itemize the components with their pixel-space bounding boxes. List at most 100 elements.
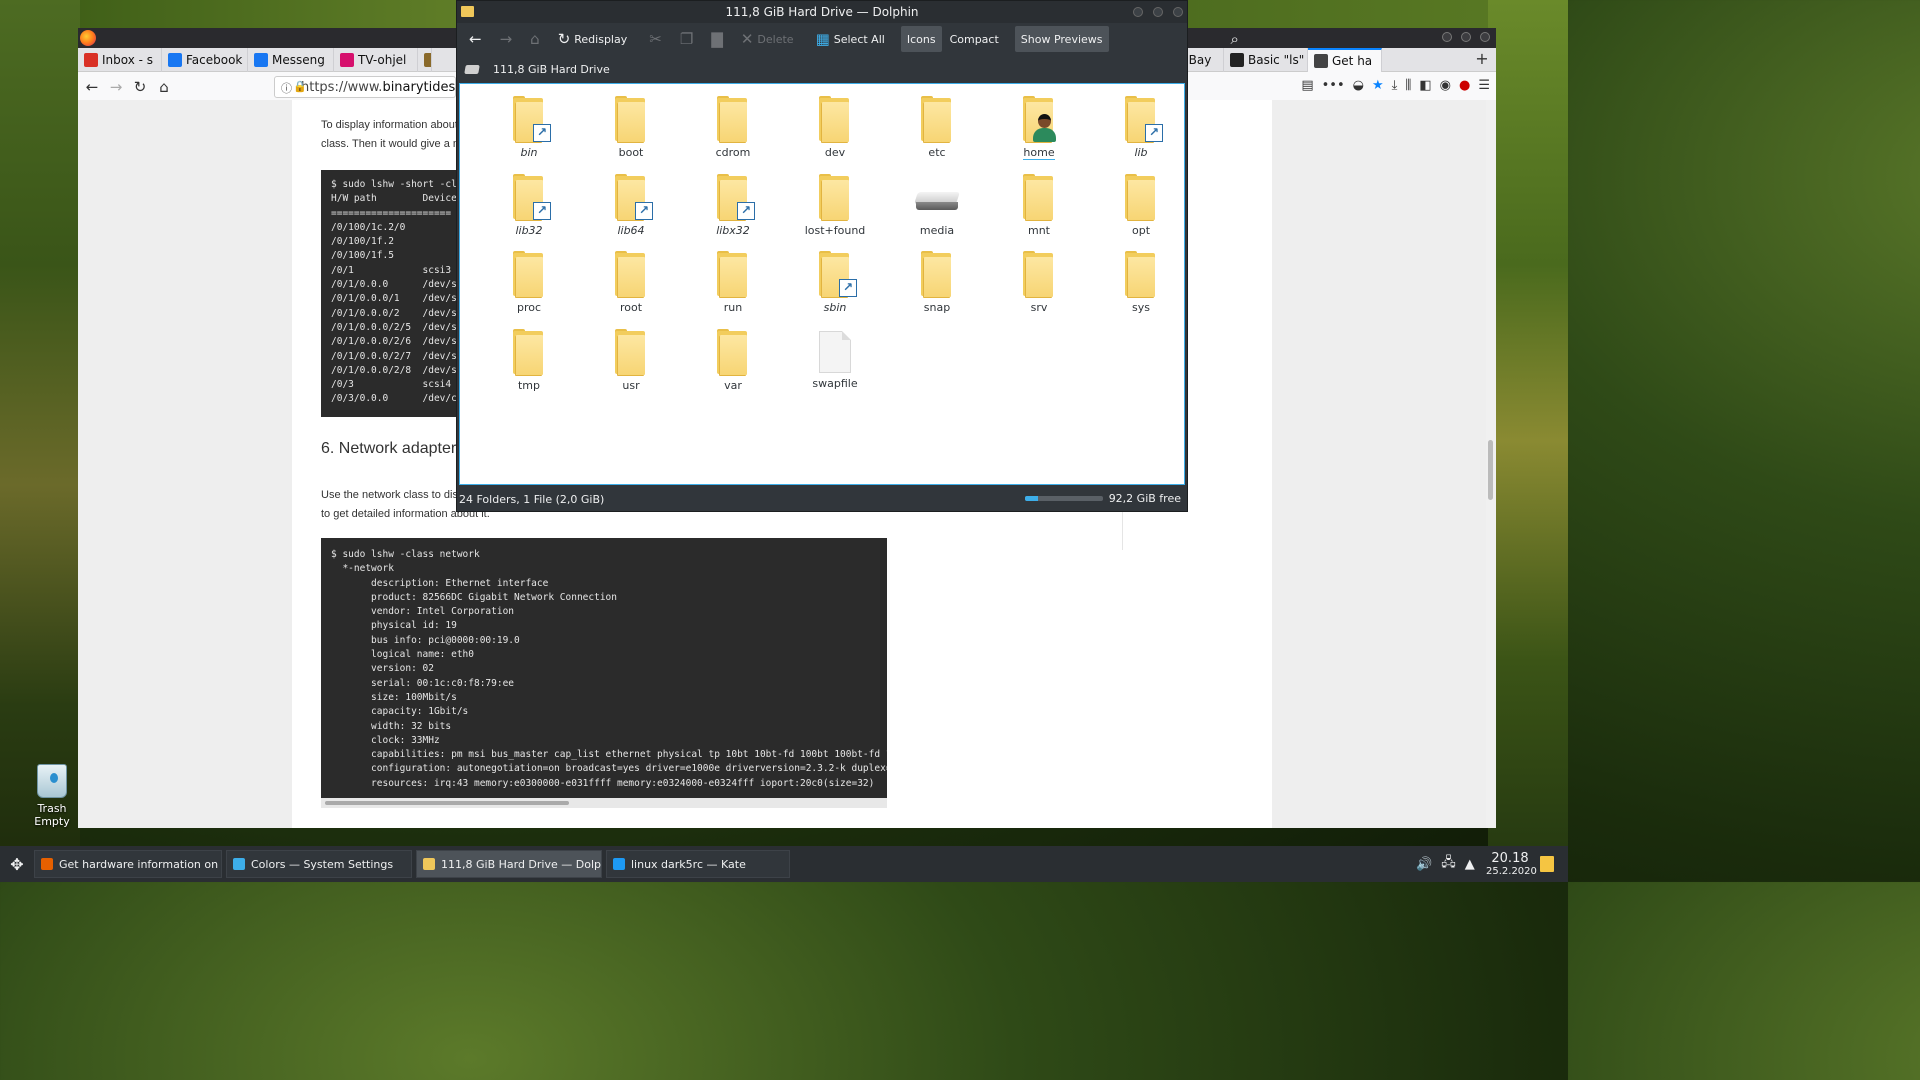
file-item[interactable]: dev <box>784 96 886 174</box>
taskbar-task[interactable]: linux dark5rc — Kate <box>606 850 790 878</box>
tracking-protection-icon[interactable]: ⓘ <box>281 80 292 96</box>
pocket-icon[interactable]: ◒ <box>1353 78 1364 93</box>
maximize-button[interactable] <box>1153 7 1163 17</box>
file-item[interactable]: ↗ bin <box>478 96 580 174</box>
file-item[interactable]: run <box>682 251 784 329</box>
minimize-button[interactable] <box>1442 32 1452 42</box>
file-item[interactable]: sys <box>1090 251 1192 329</box>
close-tab-icon[interactable]: ✕ <box>1380 54 1381 68</box>
code-scrollbar-thumb[interactable] <box>325 801 569 805</box>
redisplay-button[interactable]: ↻ Redisplay <box>552 26 634 52</box>
file-item[interactable]: etc <box>886 96 988 174</box>
file-item-label: sys <box>1132 301 1150 315</box>
reload-icon[interactable]: ↻ <box>128 78 152 96</box>
maximize-button[interactable] <box>1461 32 1471 42</box>
bookmark-star-icon[interactable]: ★ <box>1372 78 1384 93</box>
menu-icon[interactable]: ☰ <box>1478 78 1490 93</box>
file-item[interactable]: opt <box>1090 173 1192 252</box>
forward-button[interactable]: → <box>494 26 523 52</box>
code-line: size: 100Mbit/s <box>331 691 457 703</box>
file-item[interactable]: root <box>580 251 682 329</box>
cut-button[interactable]: ✂ <box>643 26 672 52</box>
free-space-indicator[interactable]: 92,2 GiB free <box>1024 492 1181 505</box>
browser-tab[interactable]: Messeng <box>248 48 334 72</box>
browser-tab[interactable]: Inbox - s <box>78 48 162 72</box>
close-button[interactable] <box>1480 32 1490 42</box>
taskbar-task[interactable]: Colors — System Settings <box>226 850 412 878</box>
clock-date: 25.2.2020 <box>1486 866 1537 877</box>
file-item[interactable]: ↗ lib32 <box>478 173 580 252</box>
account-icon[interactable]: ◉ <box>1440 78 1451 93</box>
breadcrumb-label[interactable]: 111,8 GiB Hard Drive <box>493 63 610 76</box>
digital-clock[interactable]: 20.18 25.2.2020 <box>1486 852 1537 878</box>
file-item[interactable]: ↗ lib64 <box>580 173 682 252</box>
application-launcher-icon[interactable]: ✥ <box>0 846 34 882</box>
browser-tab[interactable]: Get ha ✕ <box>1308 48 1382 72</box>
code-line: bus info: pci@0000:00:19.0 <box>331 634 520 646</box>
file-item[interactable]: usr <box>580 328 682 407</box>
show-previews-button[interactable]: Show Previews <box>1014 26 1109 52</box>
up-button[interactable]: ⌂ <box>524 26 550 52</box>
file-item[interactable]: var <box>682 328 784 407</box>
network-icon[interactable]: 🖧 <box>1441 853 1456 875</box>
select-all-button[interactable]: ▦ Select All <box>810 26 891 52</box>
file-item[interactable]: boot <box>580 96 682 174</box>
browser-tab[interactable]: Facebook <box>162 48 248 72</box>
code-line: product: 82566DC Gigabit Network Connect… <box>331 591 617 603</box>
taskbar-task[interactable]: Get hardware information on Lin... <box>34 850 222 878</box>
library-icon[interactable]: ⫼ <box>1405 78 1411 93</box>
delete-button[interactable]: ✕ Delete <box>735 26 800 52</box>
search-button[interactable]: ⌕ <box>1225 26 1249 52</box>
downloads-icon[interactable]: ⤓ <box>1392 78 1398 93</box>
file-item[interactable]: swapfile <box>784 329 886 407</box>
home-icon[interactable]: ⌂ <box>152 78 176 96</box>
file-item[interactable]: lost+found <box>784 173 886 252</box>
back-icon[interactable]: ← <box>80 78 104 96</box>
file-item[interactable]: media <box>886 174 988 252</box>
paste-button[interactable]: ▇ <box>705 26 733 52</box>
back-button[interactable]: ← <box>463 26 492 52</box>
tray-expand-icon[interactable]: ▲ <box>1465 857 1475 872</box>
url-bar[interactable]: ⓘ 🔒 https://www. binarytides <box>274 76 456 98</box>
volume-icon[interactable]: 🔊 <box>1416 857 1432 872</box>
desktop-trash[interactable]: Trash Empty <box>30 764 74 828</box>
reader-view-icon[interactable]: ▤ <box>1301 78 1313 93</box>
compact-view-button[interactable]: Compact <box>944 26 1005 52</box>
task-app-icon <box>613 858 625 870</box>
select-all-icon: ▦ <box>815 30 830 48</box>
minimize-button[interactable] <box>1133 7 1143 17</box>
copy-button[interactable]: ❐ <box>674 26 703 52</box>
file-item[interactable]: srv <box>988 251 1090 329</box>
file-item[interactable]: ↗ sbin <box>784 251 886 329</box>
page-scrollbar-thumb[interactable] <box>1488 440 1493 500</box>
close-button[interactable] <box>1173 7 1183 17</box>
file-item[interactable]: ↗ libx32 <box>682 173 784 252</box>
forward-icon[interactable]: → <box>104 78 128 96</box>
file-item[interactable]: proc <box>478 251 580 329</box>
file-view[interactable]: ↗ bin boot cdrom dev etc home ↗ lib ↗ lib32 ↗ lib64 ↗… <box>459 83 1185 485</box>
file-item[interactable]: snap <box>886 251 988 329</box>
breadcrumb[interactable]: 111,8 GiB Hard Drive <box>457 55 1187 83</box>
reload-icon: ↻ <box>557 30 571 48</box>
new-tab-icon[interactable]: + <box>1468 48 1496 72</box>
status-bar: 24 Folders, 1 File (2,0 GiB) 92,2 GiB fr… <box>457 487 1187 511</box>
browser-tab[interactable]: S <box>418 48 432 72</box>
code-scrollbar[interactable] <box>321 798 887 808</box>
page-actions-icon[interactable]: ••• <box>1322 78 1345 93</box>
browser-tab[interactable]: TV-ohjel <box>334 48 418 72</box>
icons-view-button[interactable]: Icons <box>900 26 942 52</box>
file-item[interactable]: tmp <box>478 328 580 407</box>
sidebar-icon[interactable]: ◧ <box>1419 78 1431 93</box>
file-item[interactable]: ↗ lib <box>1090 96 1192 174</box>
file-item[interactable]: home <box>988 96 1090 174</box>
file-item[interactable]: mnt <box>988 173 1090 252</box>
show-desktop-icon[interactable] <box>1540 856 1554 872</box>
adblock-icon[interactable]: ● <box>1459 78 1470 93</box>
trash-icon <box>37 764 67 798</box>
file-grid: ↗ bin boot cdrom dev etc home ↗ lib ↗ lib32 ↗ lib64 ↗… <box>478 96 1192 406</box>
taskbar-task[interactable]: 111,8 GiB Hard Drive — Dolphin <box>416 850 602 878</box>
file-item-label: lib <box>1134 146 1148 159</box>
page-scrollbar[interactable] <box>1486 100 1496 828</box>
file-item[interactable]: cdrom <box>682 96 784 174</box>
task-app-icon <box>423 858 435 870</box>
